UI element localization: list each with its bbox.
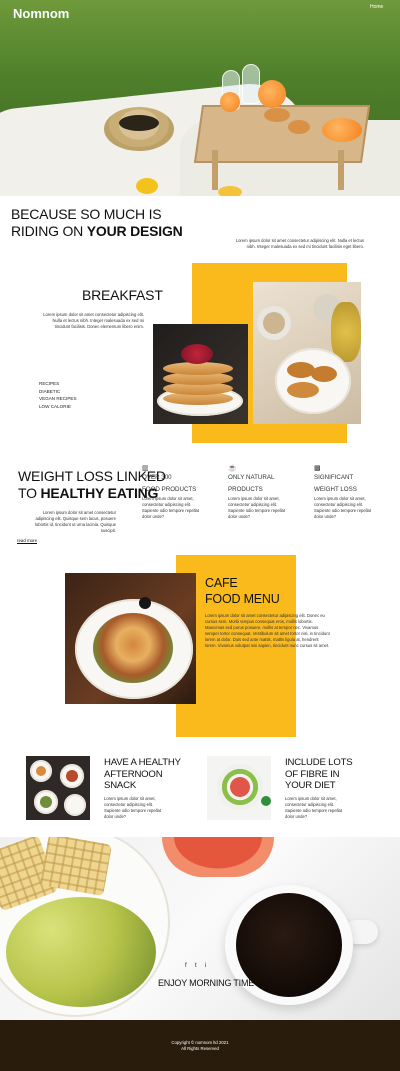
rights: All Rights Reserved [181,1045,219,1051]
croissant-photo [253,282,361,424]
cafe-headline: CAFE FOOD MENU [205,575,280,607]
feature-text: Lorem ipsum dolor sit amet, consectetur … [314,496,372,519]
lemon [136,178,158,194]
twitter-icon[interactable]: t [195,963,197,969]
cafe-text: Lorem ipsum dolor sit amet consectetur a… [205,613,330,648]
orange [220,92,240,112]
list-item[interactable]: DIABETIC [39,388,77,396]
scale-icon: ▩ [314,465,321,472]
herb [261,796,271,806]
intro-line2-bold: YOUR DESIGN [86,223,183,239]
hero-image [0,0,400,196]
breakfast-text: Lorem ipsum dolor sit amet consectetur a… [43,312,144,329]
cafe-line2: FOOD MENU [205,592,280,606]
feature-line2: WEIGHT LOSS [314,486,357,493]
food [40,796,52,808]
snack-title: HAVE A HEALTHY AFTERNOON SNACK [104,757,181,791]
fibre-title: INCLUDE LOTS OF FIBRE IN YOUR DIET [285,757,353,791]
wine-glass [242,64,260,104]
feature-column: ▥ OVER 300 FOOD PRODUCTS Lorem ipsum dol… [142,464,202,520]
breakfast-list: RECIPES DIABETIC VEGAN RECIPES LOW CALOR… [39,380,77,410]
brand-logo[interactable]: Nomnom [13,6,69,21]
feature-line1: SIGNIFICANT [314,474,354,481]
lemon [218,186,242,196]
read-more-link[interactable]: read more [17,538,38,544]
snack-photo [26,756,90,820]
morning-text: ENJOY MORNING TIME [158,978,255,988]
tray-leg [212,150,218,190]
feature-line1: ONLY NATURAL [228,474,275,481]
weightloss-line2-bold: HEALTHY EATING [40,485,159,501]
list-item[interactable]: LOW CALORIE [39,403,77,411]
orange-slice [322,118,362,142]
olive [139,597,151,609]
instagram-icon[interactable]: i [205,963,206,969]
intro-headline: BECAUSE SO MUCH IS RIDING ON YOUR DESIGN [11,206,183,240]
feature-column: ☕ ONLY NATURAL PRODUCTS Lorem ipsum dolo… [228,464,288,520]
intro-text: Lorem ipsum dolor sit amet consectetur a… [235,238,364,249]
bowl [217,764,263,810]
plate [64,794,86,816]
latte [263,312,285,334]
food [66,770,78,782]
feature-text: Lorem ipsum dolor sit amet, consectetur … [142,496,200,519]
facebook-icon[interactable]: f [185,963,187,969]
feature-text: Lorem ipsum dolor sit amet, consectetur … [228,496,286,519]
weightloss-text: Lorem ipsum dolor sit amet consectetur a… [34,510,116,533]
food [36,766,46,776]
fibre-text: Lorem ipsum dolor sit amet, consectetur … [285,796,343,819]
feature-line2: PRODUCTS [228,486,263,493]
list-item[interactable]: VEGAN RECIPES [39,395,77,403]
hat-band [119,115,159,131]
salad [93,613,173,683]
feature-column: ▩ SIGNIFICANT WEIGHT LOSS Lorem ipsum do… [314,464,374,520]
nav-home[interactable]: Home [370,4,383,10]
cafe-photo [65,573,196,704]
breakfast-title: BREAKFAST [82,287,163,303]
pancake-photo [153,324,248,424]
croissant [264,108,290,122]
fibre-photo [207,756,271,820]
cafe-line1: CAFE [205,576,238,590]
cup-icon: ☕ [228,465,237,472]
croissant [287,382,319,398]
intro-line1: BECAUSE SO MUCH IS [11,206,162,222]
flowers [331,302,361,362]
croissant [311,366,337,382]
feature-line2: FOOD PRODUCTS [142,486,197,493]
croissant [288,120,310,134]
feature-line1: OVER 300 [142,474,172,481]
snack-text: Lorem ipsum dolor sit amet, consectetur … [104,796,162,819]
footer-text: Copyright © nomnom ltd 2021 All Rights R… [0,1040,400,1051]
food-icon: ▥ [142,465,149,472]
weightloss-line2-light: TO [18,485,41,501]
scrambled-eggs [6,897,156,1007]
grapefruit [258,80,286,108]
berries [181,344,213,364]
intro-line2-light: RIDING ON [11,223,87,239]
plate [275,348,351,414]
tray-leg [338,150,344,190]
list-item[interactable]: RECIPES [39,380,77,388]
